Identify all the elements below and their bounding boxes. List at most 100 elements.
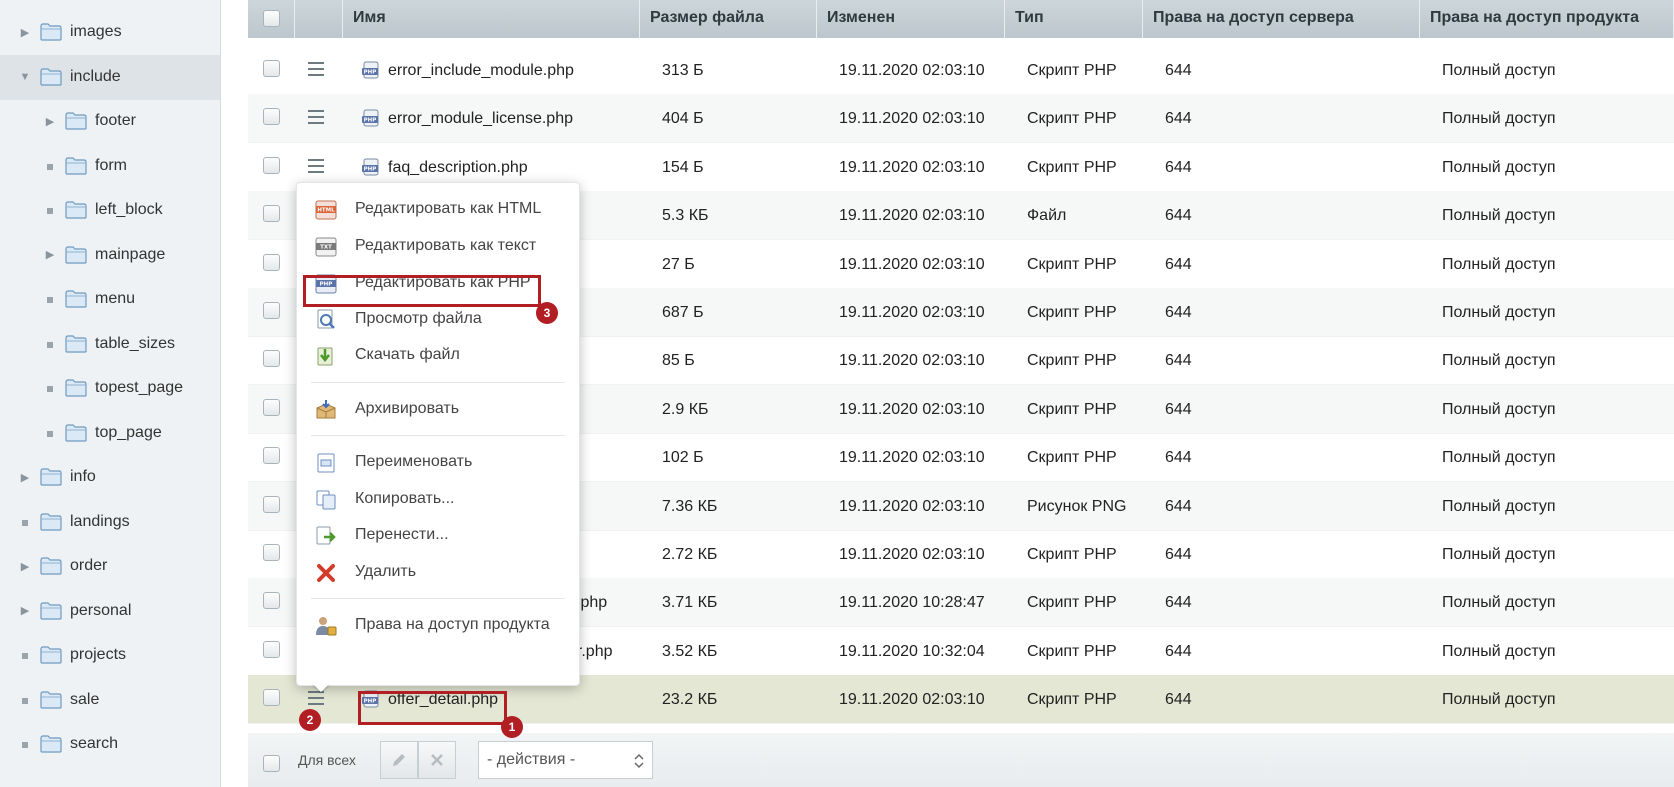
product-access: Полный доступ (1442, 449, 1556, 467)
file-name-link[interactable]: error_module_license.php (388, 94, 573, 143)
column-size[interactable]: Размер файла (640, 0, 817, 38)
product-access: Полный доступ (1442, 546, 1556, 563)
row-checkbox[interactable] (263, 592, 280, 610)
file-modified: 19.11.2020 02:03:10 (839, 158, 985, 176)
column-product-access[interactable]: Права на доступ продукта (1420, 0, 1674, 38)
for-all-checkbox[interactable] (263, 755, 280, 772)
menu-item-html-edit[interactable]: HTML Редактировать как HTML (297, 191, 579, 227)
collapse-arrow-icon[interactable]: ▼ (19, 71, 31, 83)
column-modified[interactable]: Изменен (817, 0, 1005, 38)
column-server-access[interactable]: Права на доступ сервера (1143, 0, 1420, 38)
file-size: 2.72 КБ (662, 546, 718, 563)
menu-item-txt-edit[interactable]: TXT Редактировать как текст (297, 228, 579, 264)
file-type: Скрипт PHP (1027, 304, 1117, 321)
file-type: Рисунок PNG (1027, 497, 1127, 515)
expand-arrow-icon[interactable]: ▶ (44, 249, 56, 261)
svg-text:HTML: HTML (317, 208, 335, 214)
row-checkbox[interactable] (263, 495, 280, 513)
row-checkbox[interactable] (263, 205, 280, 223)
server-access: 644 (1165, 352, 1192, 370)
sidebar-item-search[interactable]: search (0, 722, 220, 767)
menu-item-access-rights[interactable]: Права на доступ продукта (297, 607, 579, 643)
row-checkbox[interactable] (263, 350, 280, 368)
tree-bullet-icon (47, 208, 53, 214)
row-checkbox[interactable] (263, 689, 280, 707)
expand-arrow-icon[interactable]: ▶ (19, 560, 31, 573)
sidebar-item-left-block[interactable]: left_block (0, 188, 220, 233)
actions-select-value: - действия - (487, 751, 576, 768)
server-access: 644 (1165, 255, 1192, 273)
row-menu-button[interactable] (308, 691, 324, 706)
server-access: 644 (1165, 691, 1192, 709)
file-size: 313 Б (662, 62, 704, 79)
sidebar-item-menu[interactable]: menu (0, 277, 220, 322)
edit-button[interactable] (380, 741, 418, 779)
sidebar-item-top-page[interactable]: top_page (0, 411, 220, 456)
expand-arrow-icon[interactable]: ▶ (19, 605, 31, 617)
menu-item-rename[interactable]: Переименовать (297, 444, 579, 480)
folder-icon (40, 468, 62, 486)
server-access: 644 (1165, 546, 1192, 563)
sidebar-item-form[interactable]: form (0, 144, 220, 189)
folder-icon (65, 156, 87, 175)
sidebar-item-sale[interactable]: sale (0, 678, 220, 723)
expand-arrow-icon[interactable]: ▶ (19, 26, 31, 39)
row-checkbox[interactable] (263, 398, 280, 416)
actions-select[interactable]: - действия - (478, 741, 653, 779)
sidebar-item-mainpage[interactable]: ▶ mainpage (0, 233, 220, 278)
table-row[interactable]: PHP error_include_module.php 313 Б 19.11.20… (248, 46, 1674, 95)
folder-icon (65, 334, 87, 353)
sidebar-item-images[interactable]: ▶ images (0, 10, 220, 55)
file-size: 154 Б (662, 158, 704, 176)
menu-item-delete[interactable]: Удалить (297, 554, 579, 590)
menu-item-move[interactable]: Перенести... (297, 517, 579, 553)
expand-arrow-icon[interactable]: ▶ (44, 115, 56, 128)
sidebar-item-order[interactable]: ▶ order (0, 544, 220, 589)
sidebar-item-label: menu (95, 290, 136, 307)
row-checkbox[interactable] (263, 640, 280, 658)
menu-item-archive[interactable]: Архивировать (297, 391, 579, 427)
php-file-icon: PHP (362, 158, 380, 176)
sidebar-item-footer[interactable]: ▶ footer (0, 99, 220, 144)
select-all-checkbox[interactable] (263, 10, 280, 27)
expand-arrow-icon[interactable]: ▶ (19, 471, 31, 484)
pencil-icon (393, 754, 405, 766)
file-name-link[interactable]: error_include_module.php (388, 46, 574, 95)
folder-icon (40, 67, 62, 86)
row-menu-button[interactable] (308, 110, 324, 125)
header-menu-column (295, 0, 343, 38)
column-name[interactable]: Имя (343, 0, 640, 38)
menu-separator (311, 435, 565, 436)
row-checkbox[interactable] (263, 253, 280, 271)
column-type[interactable]: Тип (1005, 0, 1143, 38)
menu-item-download[interactable]: Скачать файл (297, 337, 579, 373)
row-checkbox[interactable] (263, 60, 280, 77)
row-checkbox[interactable] (263, 156, 280, 174)
sidebar-item-info[interactable]: ▶ info (0, 455, 220, 500)
server-access: 644 (1165, 158, 1192, 176)
sidebar-item-table-sizes[interactable]: table_sizes (0, 322, 220, 367)
row-checkbox[interactable] (263, 544, 280, 561)
row-menu-button[interactable] (308, 158, 324, 173)
menu-item-copy[interactable]: Копировать... (297, 481, 579, 517)
annotation-highlight-filename (358, 691, 507, 725)
sidebar-item-projects[interactable]: projects (0, 633, 220, 678)
table-row[interactable]: PHP error_module_license.php 404 Б 19.11.20… (248, 94, 1674, 144)
file-size: 7.36 КБ (662, 497, 718, 515)
sidebar-item-personal[interactable]: ▶ personal (0, 589, 220, 634)
archive-icon (316, 400, 336, 419)
row-checkbox[interactable] (263, 302, 280, 319)
delete-selected-button[interactable] (418, 741, 456, 779)
sidebar-item-include[interactable]: ▼ include (0, 54, 220, 100)
row-menu-button[interactable] (308, 62, 324, 76)
row-checkbox[interactable] (263, 108, 280, 126)
download-icon (317, 347, 333, 366)
folder-icon (40, 735, 62, 753)
folder-icon (40, 601, 62, 620)
file-type: Скрипт PHP (1027, 449, 1117, 467)
sidebar-item-topest-page[interactable]: topest_page (0, 366, 220, 411)
sidebar-item-landings[interactable]: landings (0, 500, 220, 545)
svg-text:TXT: TXT (320, 245, 332, 251)
row-checkbox[interactable] (263, 447, 280, 465)
sidebar-item-label: order (70, 557, 108, 574)
